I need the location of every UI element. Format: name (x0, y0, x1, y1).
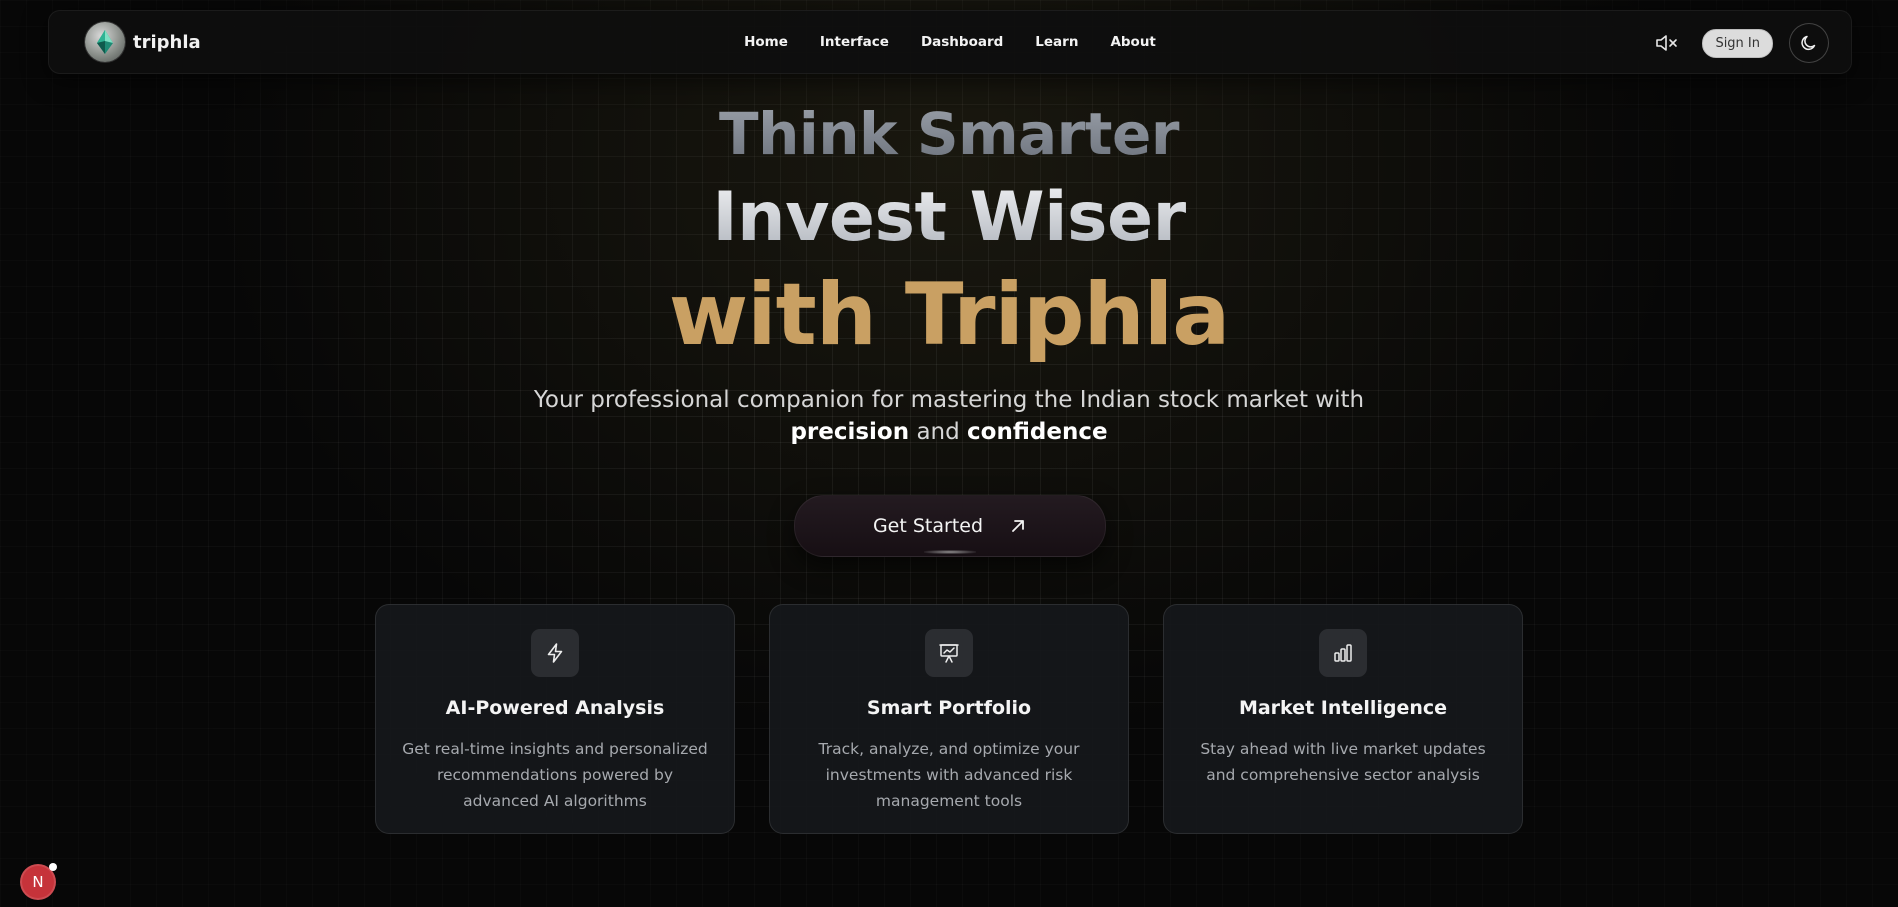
nav-link-interface[interactable]: Interface (820, 34, 889, 50)
feature-description: Get real-time insights and personalized … (402, 740, 708, 810)
nav-links: Home Interface Dashboard Learn About (49, 11, 1851, 73)
nav-link-learn[interactable]: Learn (1035, 34, 1078, 50)
presentation-chart-icon (925, 629, 973, 677)
subtitle-bold-precision: precision (790, 419, 910, 445)
lightning-icon (531, 629, 579, 677)
feature-card-market-intelligence: Market Intelligence Stay ahead with live… (1163, 604, 1523, 834)
hero-line-3: with Triphla (668, 265, 1231, 365)
brand-link[interactable]: triphla (85, 22, 201, 62)
hero-line-2: Invest Wiser (0, 178, 1898, 257)
nav-link-home[interactable]: Home (744, 34, 788, 50)
hero-line-1: Think Smarter (0, 100, 1898, 168)
brand-name: triphla (133, 31, 201, 53)
cta-glow (924, 550, 976, 554)
hero-subtitle: Your professional companion for masterin… (0, 384, 1898, 448)
feature-card-ai-analysis: AI-Powered Analysis Get real-time insigh… (375, 604, 735, 834)
arrow-up-right-icon (1012, 520, 1024, 532)
navbar: triphla Home Interface Dashboard Learn A… (48, 10, 1852, 74)
moon-icon (1801, 35, 1816, 51)
nav-actions: Sign In (1648, 23, 1829, 63)
theme-toggle-button[interactable] (1789, 23, 1829, 63)
get-started-button[interactable]: Get Started (794, 495, 1106, 557)
nav-link-dashboard[interactable]: Dashboard (921, 34, 1003, 50)
feature-title: AI-Powered Analysis (445, 697, 665, 719)
badge-dot (49, 863, 57, 871)
page: triphla Home Interface Dashboard Learn A… (0, 0, 1898, 907)
feature-description: Stay ahead with live market updates and … (1200, 740, 1486, 784)
feature-description: Track, analyze, and optimize your invest… (818, 740, 1080, 810)
feature-title: Market Intelligence (1238, 697, 1448, 719)
subtitle-text: Your professional companion for masterin… (533, 387, 1365, 413)
bar-chart-icon (1319, 629, 1367, 677)
get-started-label: Get Started (872, 515, 984, 537)
logo-icon (85, 22, 125, 62)
speaker-muted-icon (1656, 35, 1678, 51)
mute-toggle-button[interactable] (1648, 24, 1686, 62)
feature-card-smart-portfolio: Smart Portfolio Track, analyze, and opti… (769, 604, 1129, 834)
subtitle-and: and (916, 419, 960, 445)
badge-label: N (32, 873, 44, 891)
sign-in-button[interactable]: Sign In (1702, 28, 1773, 58)
feature-title: Smart Portfolio (866, 697, 1032, 719)
subtitle-bold-confidence: confidence (967, 419, 1108, 445)
nav-link-about[interactable]: About (1110, 34, 1155, 50)
floating-n-badge-button[interactable]: N (20, 863, 57, 900)
